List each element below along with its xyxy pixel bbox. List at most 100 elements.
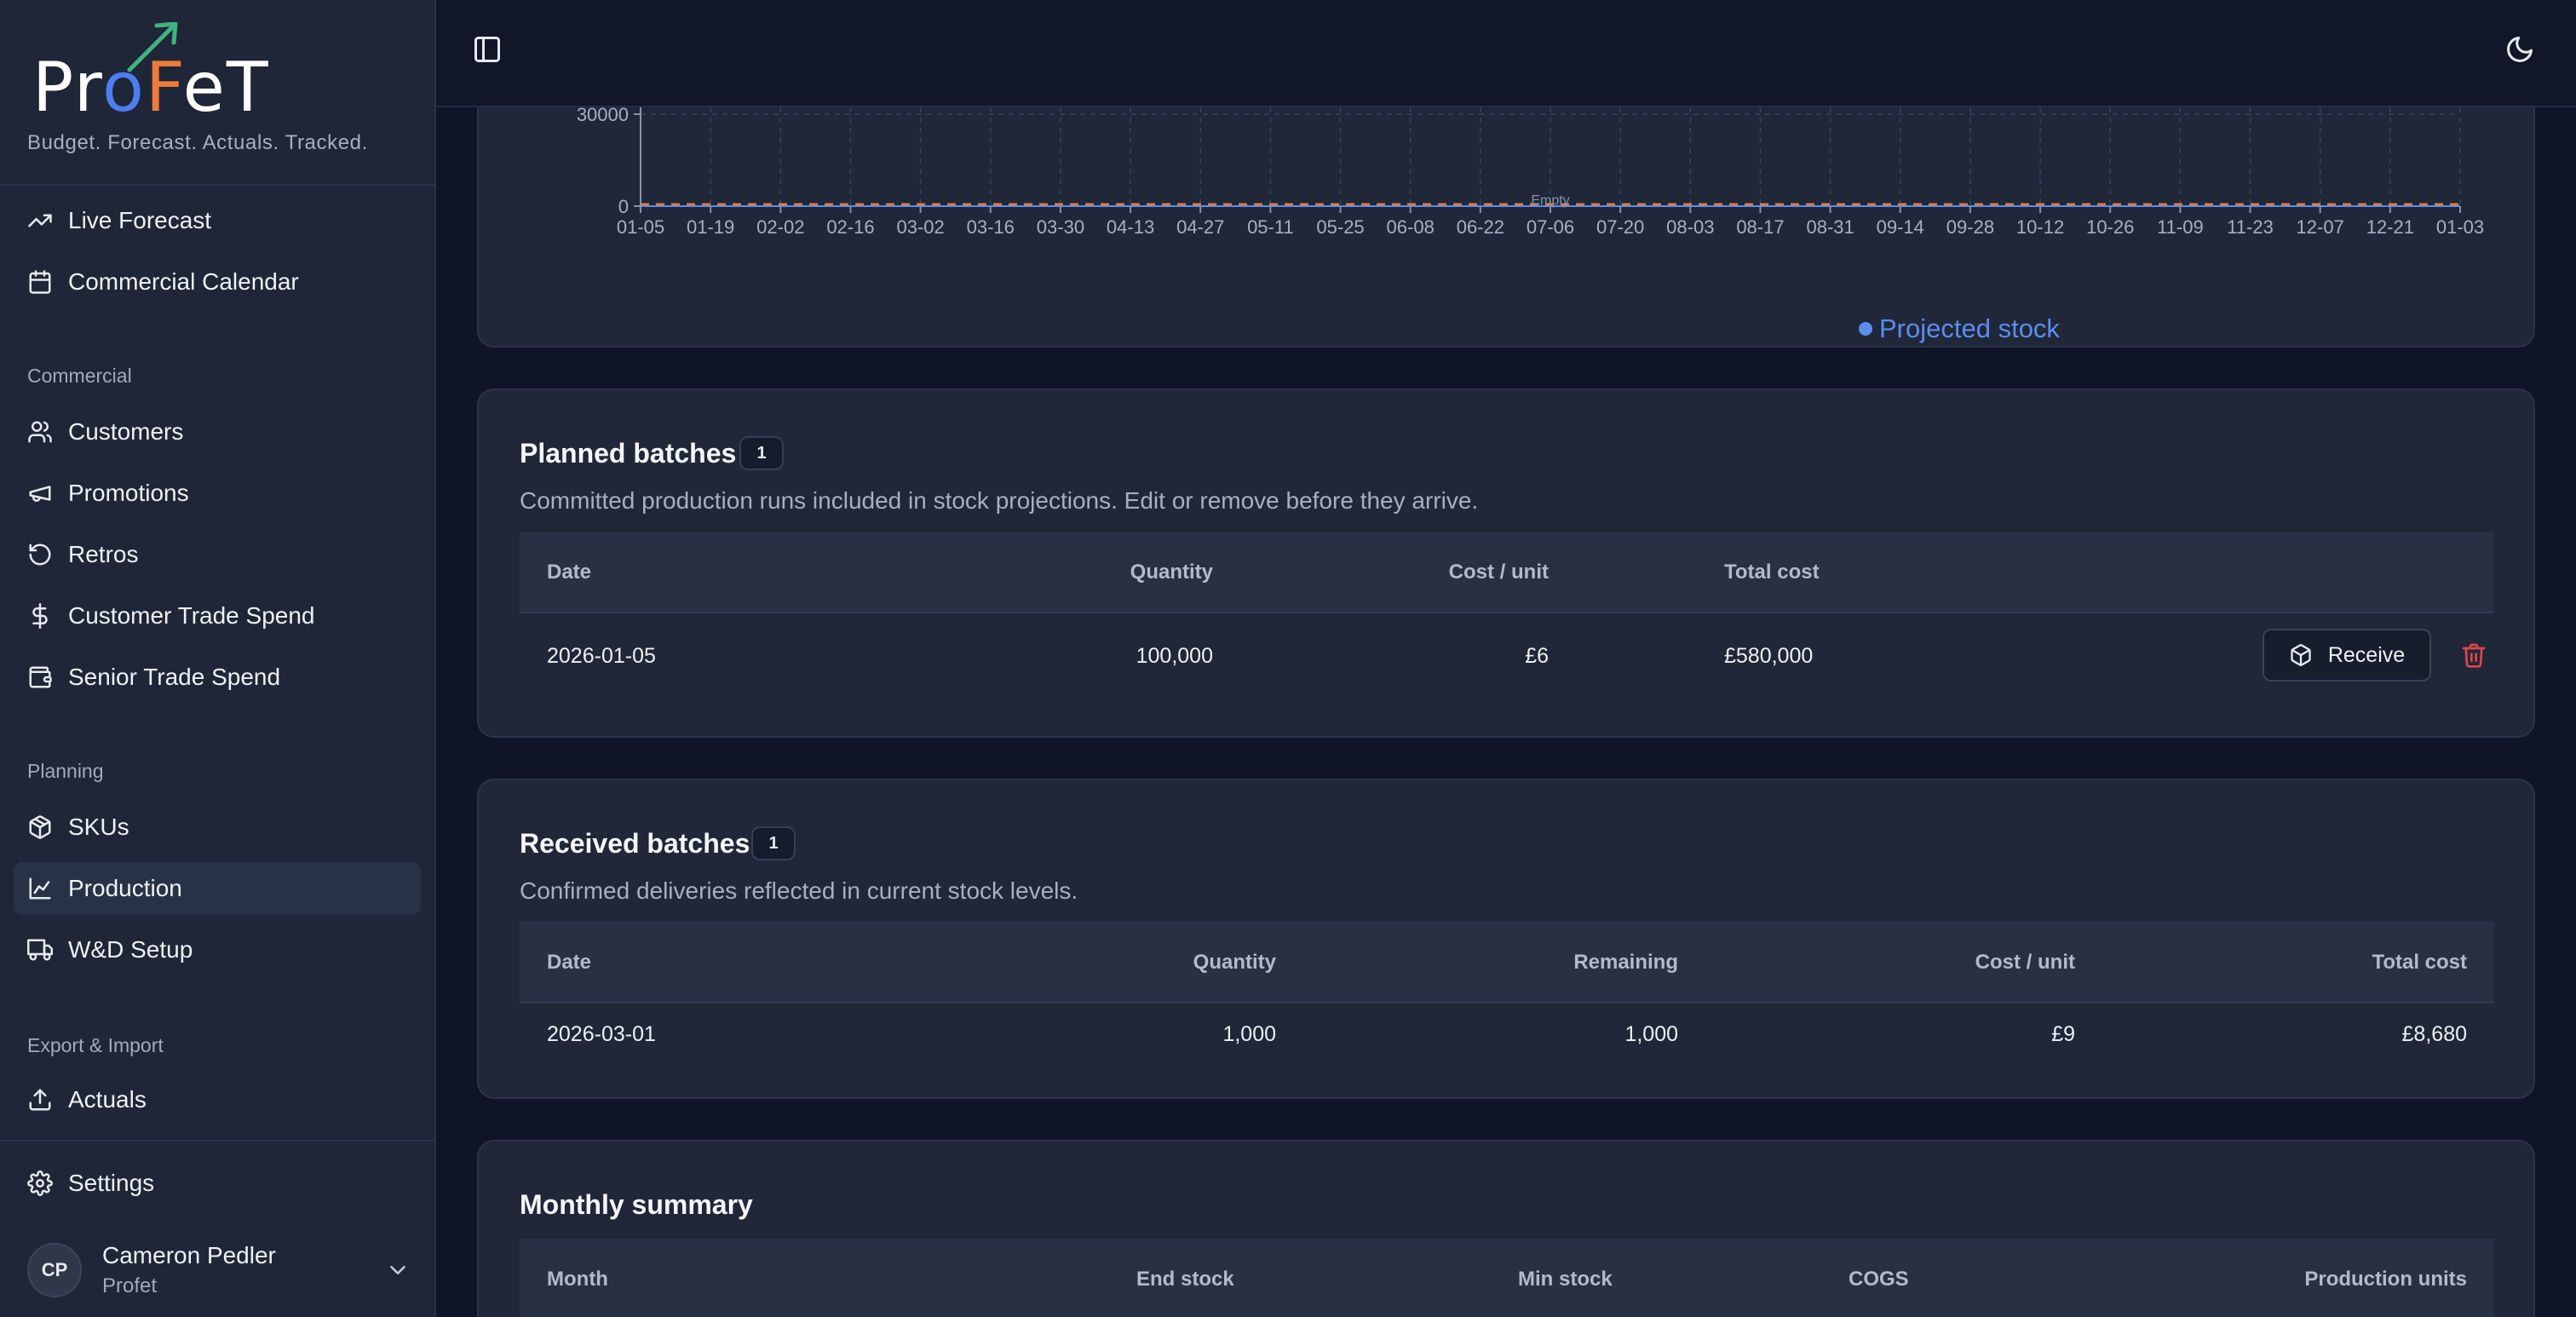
cell-total-cost: £580,000 (1724, 644, 1814, 668)
sidebar-divider (0, 1140, 434, 1142)
profet-logo[interactable]: ProFeT (32, 22, 268, 127)
column-header: Date (547, 951, 592, 974)
sidebar-item-skus[interactable]: SKUs (14, 801, 421, 854)
sidebar-item-label: W&D Setup (68, 936, 193, 963)
delete-button[interactable] (2457, 638, 2491, 672)
x-tick-label: 09-28 (1946, 216, 1994, 238)
sidebar-item-label: Customer Trade Spend (68, 602, 315, 629)
top-bar-overlay (436, 0, 2576, 107)
column-header: Total cost (1724, 561, 1820, 584)
section-label-commercial: Commercial (27, 365, 132, 387)
user-name: Cameron Pedler (102, 1242, 276, 1268)
sidebar-item-wd-setup[interactable]: W&D Setup (14, 923, 421, 976)
x-tick-label: 04-27 (1176, 216, 1224, 238)
receive-button[interactable]: Receive (2263, 629, 2431, 682)
package-icon (2291, 644, 2311, 666)
receive-label: Receive (2327, 642, 2406, 667)
tagline: Budget. Forecast. Actuals. Tracked. (27, 131, 368, 154)
user-menu[interactable]: CP Cameron Pedler Profet (27, 1240, 411, 1300)
x-tick-label: 11-09 (2157, 216, 2204, 238)
column-header: Cost / unit (1448, 561, 1549, 584)
sidebar-item-actuals[interactable]: Actuals (14, 1073, 421, 1126)
sidebar-item-production[interactable]: Production (14, 862, 421, 915)
sidebar: ProFeT Budget. Forecast. Actuals. Tracke… (0, 0, 436, 1317)
monthly-summary-card: Monthly summary Month End stock Min stoc… (477, 1140, 2535, 1317)
sidebar-item-label: Settings (68, 1170, 155, 1196)
cell-date: 2026-01-05 (547, 644, 656, 668)
count-badge: 1 (751, 826, 796, 860)
table-header: Date Quantity Remaining Cost / unit Tota… (520, 922, 2494, 1004)
sidebar-item-promotions[interactable]: Promotions (14, 467, 421, 520)
x-tick-label: 01-05 (617, 216, 664, 238)
sidebar-item-live-forecast[interactable]: Live Forecast (14, 194, 421, 247)
sidebar-item-label: Retros (68, 541, 139, 567)
factory-icon (27, 876, 53, 901)
x-tick-label: 05-25 (1316, 216, 1364, 238)
x-tick-label: 06-08 (1387, 216, 1435, 238)
x-tick-label: 03-30 (1037, 216, 1084, 238)
card-description: Confirmed deliveries reflected in curren… (520, 877, 1078, 904)
section-label-planning: Planning (27, 760, 104, 782)
sidebar-item-senior-trade-spend[interactable]: Senior Trade Spend (14, 651, 421, 704)
table-row: 2026-01-05 100,000 £6 £580,000 Receive (520, 613, 2494, 699)
x-tick-label: 04-13 (1107, 216, 1154, 238)
cell-cost-unit: £9 (2051, 1022, 2075, 1046)
sidebar-item-label: Production (68, 875, 182, 901)
column-header: Remaining (1573, 951, 1678, 974)
column-header: End stock (1136, 1268, 1234, 1291)
section-label-export-import: Export & Import (27, 1034, 164, 1056)
cell-quantity: 100,000 (1136, 644, 1213, 668)
cell-cost-unit: £6 (1525, 644, 1549, 668)
sidebar-item-label: Live Forecast (68, 207, 212, 233)
column-header: Date (547, 561, 592, 584)
planned-batches-card: Planned batches 1 Committed production r… (477, 388, 2535, 738)
column-header: Quantity (1193, 951, 1276, 974)
column-header: COGS (1849, 1268, 1909, 1291)
package-icon (27, 814, 53, 840)
card-title: Planned batches (520, 438, 737, 469)
sidebar-item-commercial-calendar[interactable]: Commercial Calendar (14, 256, 421, 308)
x-tick-label: 07-20 (1596, 216, 1644, 238)
x-tick-label: 02-16 (826, 216, 874, 238)
card-title: Received batches (520, 828, 750, 859)
sidebar-item-label: Actuals (68, 1086, 147, 1113)
card-title: Monthly summary (520, 1189, 753, 1220)
x-tick-label: 11-23 (2227, 216, 2274, 238)
sidebar-item-settings[interactable]: Settings (14, 1157, 421, 1210)
upload-icon (27, 1087, 53, 1113)
x-tick-label: 10-12 (2016, 216, 2064, 238)
x-tick-label: 03-16 (967, 216, 1015, 238)
chart-legend[interactable]: Projected stock (1859, 313, 2060, 344)
sidebar-item-label: SKUs (68, 814, 129, 840)
sidebar-item-label: Senior Trade Spend (68, 664, 281, 690)
x-tick-label: 06-22 (1457, 216, 1504, 238)
megaphone-icon (27, 480, 53, 506)
x-tick-label: 12-07 (2297, 216, 2344, 238)
x-tick-label: 12-21 (2366, 216, 2414, 238)
sidebar-item-label: Commercial Calendar (68, 268, 299, 295)
table-row: 2026-03-01 1,000 1,000 £9 £8,680 (520, 1004, 2494, 1072)
user-org: Profet (102, 1274, 158, 1297)
moon-icon[interactable] (2504, 34, 2535, 65)
wallet-icon (27, 664, 53, 690)
sidebar-item-customer-trade-spend[interactable]: Customer Trade Spend (14, 589, 421, 642)
column-header: Cost / unit (1975, 951, 2075, 974)
trending-up-icon (27, 208, 53, 233)
sidebar-item-retros[interactable]: Retros (14, 528, 421, 581)
chart-annotation: Empty (1531, 193, 1569, 208)
gear-icon (27, 1170, 53, 1196)
x-tick-label: 10-26 (2086, 216, 2134, 238)
users-icon (27, 419, 53, 445)
sidebar-item-customers[interactable]: Customers (14, 405, 421, 458)
chevron-down-icon (390, 1266, 405, 1274)
cell-quantity: 1,000 (1222, 1022, 1276, 1046)
x-tick-label: 08-03 (1666, 216, 1714, 238)
column-header: Quantity (1130, 561, 1213, 584)
sidebar-item-label: Promotions (68, 480, 189, 506)
sidebar-toggle-icon[interactable] (472, 34, 503, 65)
cell-date: 2026-03-01 (547, 1022, 656, 1046)
dollar-icon (27, 603, 53, 629)
avatar: CP (27, 1243, 82, 1297)
x-tick-label: 08-17 (1736, 216, 1784, 238)
received-batches-table: Date Quantity Remaining Cost / unit Tota… (520, 922, 2494, 1084)
